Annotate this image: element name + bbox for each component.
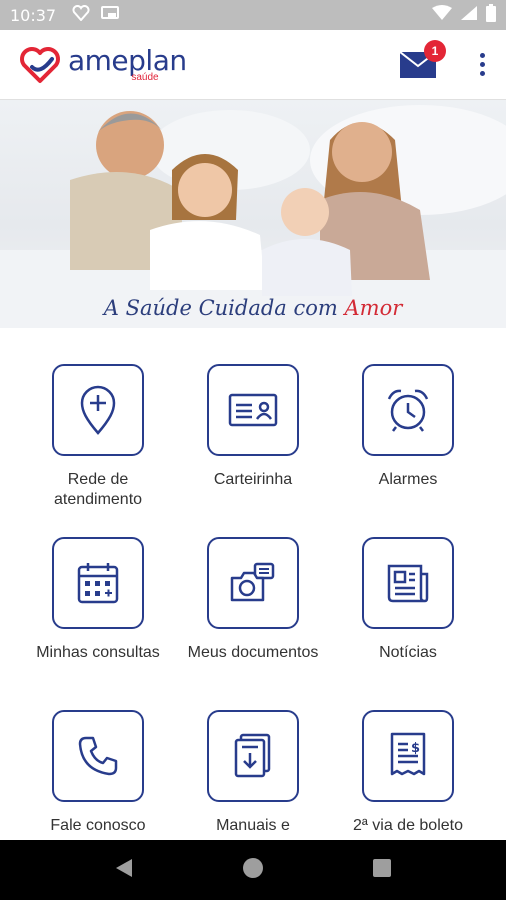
signal-icon <box>460 5 478 26</box>
banner-caption-accent: Amor <box>344 296 403 320</box>
banner-caption-main: A Saúde Cuidada com <box>103 296 345 320</box>
menu-item-label: Minhas consultas <box>36 644 160 661</box>
location-plus-icon <box>80 385 116 435</box>
menu-item-box[interactable] <box>207 537 299 629</box>
back-icon[interactable] <box>114 857 134 884</box>
menu-item-label: Carteirinha <box>213 471 293 488</box>
menu-item-carteirinha[interactable]: Carteirinha <box>178 364 328 490</box>
calendar-icon <box>77 563 119 604</box>
newspaper-icon <box>387 564 429 603</box>
menu-item-box[interactable] <box>52 364 144 456</box>
recents-icon[interactable] <box>372 858 392 883</box>
heart-badge-icon <box>72 4 90 26</box>
logo-name: ameplan <box>68 43 187 77</box>
menu-item-minhas-consultas[interactable]: Minhas consultas <box>23 537 173 663</box>
menu-item-alarmes[interactable]: Alarmes <box>333 364 483 490</box>
menu-item-label: 2ª via de boleto <box>353 817 463 834</box>
cast-icon <box>100 5 120 26</box>
manual-download-icon <box>234 733 271 778</box>
family-photo-illustration <box>0 105 506 328</box>
menu-item-box[interactable] <box>362 537 454 629</box>
menu-item-box[interactable] <box>52 537 144 629</box>
menu-item-label: Manuais e <box>216 817 290 834</box>
menu-item-manuais[interactable]: Manuais e <box>178 710 328 836</box>
menu-item-noticias[interactable]: Notícias <box>333 537 483 663</box>
menu-item-label: Rede de atendimento <box>53 471 143 508</box>
alarm-clock-icon <box>387 389 429 432</box>
logo-sub: saúde <box>131 71 159 83</box>
camera-documents-icon <box>230 562 275 602</box>
wifi-icon <box>432 4 452 26</box>
ameplan-logo: ameplan saúde <box>18 45 187 85</box>
menu-grid: Rede de atendimento Carteirinha Alarmes <box>0 340 506 840</box>
menu-item-rede-de-atendimento[interactable]: Rede de atendimento <box>23 364 173 510</box>
receipt-icon: $ <box>390 732 426 776</box>
id-card-icon <box>228 393 278 427</box>
menu-item-box[interactable] <box>207 710 299 802</box>
menu-item-label: Meus documentos <box>187 644 319 661</box>
menu-item-box[interactable] <box>52 710 144 802</box>
app-bar: ameplan saúde 1 <box>0 30 506 100</box>
menu-item-label: Alarmes <box>378 471 438 488</box>
battery-icon <box>486 3 496 27</box>
messages-button[interactable]: 1 <box>399 39 446 78</box>
more-vert-icon <box>479 53 485 58</box>
notification-badge: 1 <box>424 39 446 62</box>
system-nav-bar <box>0 840 506 900</box>
menu-item-box[interactable] <box>362 364 454 456</box>
status-bar: 10:37 <box>0 0 506 30</box>
menu-item-box[interactable]: $ <box>362 710 454 802</box>
menu-item-segunda-via-boleto[interactable]: $ 2ª via de boleto <box>333 710 483 836</box>
logo-heart-icon <box>20 46 60 83</box>
more-options-button[interactable] <box>476 53 488 76</box>
menu-item-meus-documentos[interactable]: Meus documentos <box>178 537 328 663</box>
status-time: 10:37 <box>10 5 57 25</box>
home-icon[interactable] <box>242 857 264 884</box>
menu-item-label: Notícias <box>379 644 437 661</box>
svg-text:$: $ <box>411 741 420 756</box>
menu-item-box[interactable] <box>207 364 299 456</box>
banner-caption: A Saúde Cuidada com Amor <box>0 296 506 320</box>
phone-icon <box>78 736 118 776</box>
family-banner[interactable]: A Saúde Cuidada com Amor <box>0 100 506 328</box>
menu-item-label: Fale conosco <box>50 817 146 834</box>
menu-item-fale-conosco[interactable]: Fale conosco <box>23 710 173 836</box>
